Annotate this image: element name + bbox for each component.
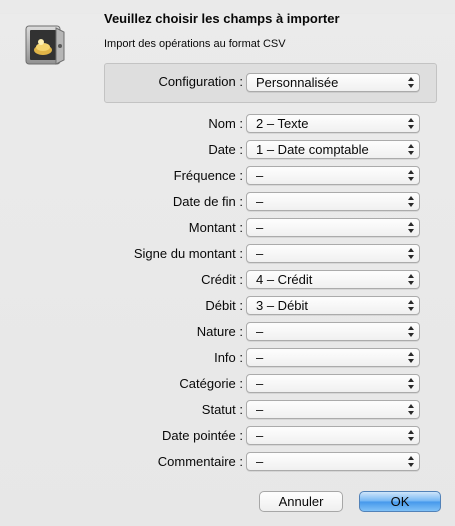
ok-button[interactable]: OK <box>359 491 441 512</box>
field-popup-date[interactable]: 1 – Date comptable <box>246 140 420 159</box>
popup-arrows-icon <box>408 169 415 182</box>
popup-arrows-icon <box>408 377 415 390</box>
popup-arrows-icon <box>408 429 415 442</box>
dialog-subtitle: Import des opérations au format CSV <box>104 38 286 50</box>
popup-arrows-icon <box>408 299 415 312</box>
field-popup-signe-du-montant[interactable]: – <box>246 244 420 263</box>
field-popup-montant[interactable]: – <box>246 218 420 237</box>
field-label-date-pointee: Date pointée : <box>162 428 243 443</box>
safe-with-gold-icon <box>25 25 65 65</box>
field-label-statut: Statut : <box>201 402 243 417</box>
configuration-popup[interactable]: Personnalisée <box>246 73 420 92</box>
field-popup-commentaire[interactable]: – <box>246 452 420 471</box>
field-value: 2 – Texte <box>256 116 309 131</box>
field-value: – <box>256 350 264 365</box>
field-label-nature: Nature : <box>196 324 243 339</box>
popup-arrows-icon <box>408 143 415 156</box>
field-popup-date-pointee[interactable]: – <box>246 426 420 445</box>
field-popup-nom[interactable]: 2 – Texte <box>246 114 420 133</box>
popup-arrows-icon <box>408 247 415 260</box>
field-popup-date-de-fin[interactable]: – <box>246 192 420 211</box>
popup-arrows-icon <box>408 455 415 468</box>
popup-arrows-icon <box>408 325 415 338</box>
import-fields-sheet: Veuillez choisir les champs à importer I… <box>0 0 455 526</box>
popup-arrows-icon <box>408 195 415 208</box>
field-value: 4 – Crédit <box>256 272 313 287</box>
field-label-credit: Crédit : <box>201 272 243 287</box>
field-value: – <box>256 194 264 209</box>
field-value: – <box>256 402 264 417</box>
popup-arrows-icon <box>408 273 415 286</box>
field-value: – <box>256 246 264 261</box>
field-label-categorie: Catégorie : <box>179 376 243 391</box>
popup-arrows-icon <box>408 117 415 130</box>
cancel-button[interactable]: Annuler <box>259 491 343 512</box>
field-label-signe-du-montant: Signe du montant : <box>133 246 243 261</box>
popup-arrows-icon <box>408 403 415 416</box>
field-label-date: Date : <box>208 142 243 157</box>
popup-arrows-icon <box>408 76 415 89</box>
field-value: 1 – Date comptable <box>256 142 369 157</box>
field-label-frequence: Fréquence : <box>173 168 243 183</box>
field-popup-frequence[interactable]: – <box>246 166 420 185</box>
configuration-label: Configuration : <box>158 74 243 89</box>
field-label-commentaire: Commentaire : <box>157 454 243 469</box>
configuration-value: Personnalisée <box>256 75 339 90</box>
field-value: – <box>256 454 264 469</box>
field-label-montant: Montant : <box>188 220 243 235</box>
popup-arrows-icon <box>408 221 415 234</box>
field-label-debit: Débit : <box>205 298 243 313</box>
field-value: 3 – Débit <box>256 298 309 313</box>
field-popup-debit[interactable]: 3 – Débit <box>246 296 420 315</box>
field-popup-nature[interactable]: – <box>246 322 420 341</box>
field-label-date-de-fin: Date de fin : <box>172 194 243 209</box>
field-label-info: Info : <box>214 350 243 365</box>
field-value: – <box>256 220 264 235</box>
field-popup-credit[interactable]: 4 – Crédit <box>246 270 420 289</box>
field-value: – <box>256 168 264 183</box>
field-value: – <box>256 428 264 443</box>
popup-arrows-icon <box>408 351 415 364</box>
field-popup-info[interactable]: – <box>246 348 420 367</box>
field-value: – <box>256 324 264 339</box>
field-popup-statut[interactable]: – <box>246 400 420 419</box>
field-label-nom: Nom : <box>208 116 243 131</box>
field-popup-categorie[interactable]: – <box>246 374 420 393</box>
dialog-title: Veuillez choisir les champs à importer <box>104 11 340 26</box>
field-value: – <box>256 376 264 391</box>
